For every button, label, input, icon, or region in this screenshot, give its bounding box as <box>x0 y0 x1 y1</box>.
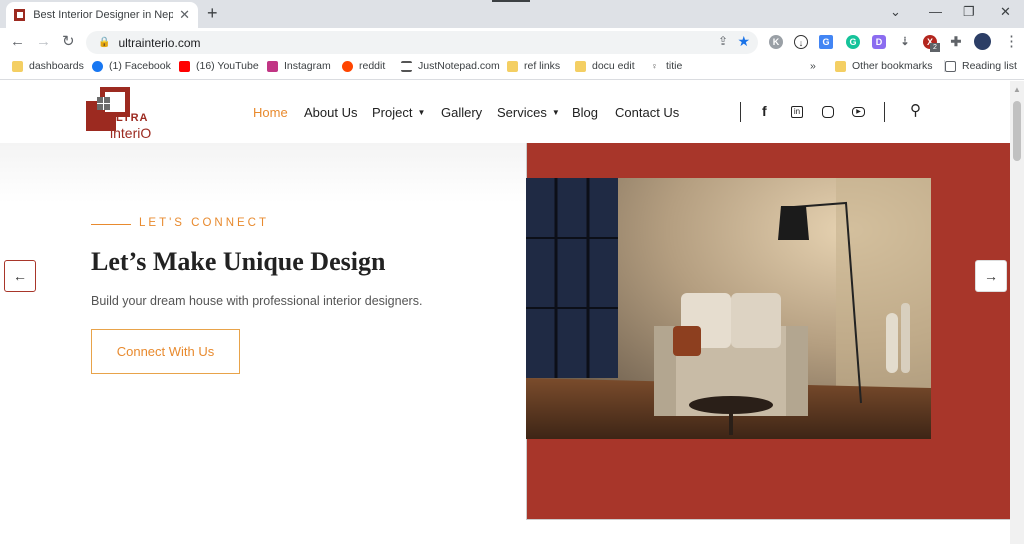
bulb-icon: ♀ <box>649 60 660 72</box>
nav-gallery[interactable]: Gallery <box>441 105 482 120</box>
translate-extension-icon[interactable]: G <box>819 35 833 49</box>
reading-list-label: Reading list <box>962 60 1017 72</box>
bookmark-star-icon[interactable]: ★ <box>737 33 750 50</box>
bookmark-dashboards[interactable]: dashboards <box>12 60 84 72</box>
website-viewport: ULTRA interiO Home About Us Project ▼ Gal… <box>0 81 1010 544</box>
reload-icon[interactable]: ↻ <box>62 33 75 51</box>
bookmarks-bar: dashboards (1) Facebook (16) YouTube Ins… <box>0 56 1024 80</box>
youtube-icon[interactable]: ▶ <box>852 107 865 117</box>
close-window-icon[interactable]: ✕ <box>1000 4 1011 20</box>
hero-headline: Let’s Make Unique Design <box>91 247 386 276</box>
nav-blog[interactable]: Blog <box>572 105 598 120</box>
menu-kebab-icon[interactable]: ⋮ <box>1004 33 1019 51</box>
bookmark-label: ref links <box>524 60 561 72</box>
bookmark-docu-edit[interactable]: docu edit <box>575 60 635 72</box>
k-extension-icon[interactable]: K <box>769 35 783 49</box>
bookmark-label: dashboards <box>29 60 84 72</box>
caret-down-icon: ▼ <box>551 108 560 117</box>
folder-icon <box>507 60 518 72</box>
browser-tab-strip: Best Interior Designer in Nepal | U ✕ + … <box>0 0 1024 28</box>
folder-icon <box>12 60 23 72</box>
notepad-icon <box>401 60 412 72</box>
bookmark-justnotepad[interactable]: JustNotepad.com <box>401 60 500 72</box>
address-bar[interactable]: 🔒 ultrainterio.com ⇪ ★ <box>86 31 758 54</box>
lock-icon: 🔒 <box>98 37 111 48</box>
facebook-icon[interactable]: f <box>762 103 767 119</box>
bookmark-label: Instagram <box>284 60 331 72</box>
nav-contact-us[interactable]: Contact Us <box>615 105 679 120</box>
extensions-puzzle-icon[interactable]: ✚ <box>949 35 963 49</box>
bookmark-youtube[interactable]: (16) YouTube <box>179 60 259 72</box>
hero-living-room-photo <box>526 178 931 439</box>
bookmark-label: reddit <box>359 60 386 72</box>
tab-title: Best Interior Designer in Nepal | U <box>33 9 174 21</box>
minimize-icon[interactable]: — <box>929 4 942 19</box>
browser-tab[interactable]: Best Interior Designer in Nepal | U ✕ <box>6 2 198 28</box>
nav-about-us[interactable]: About Us <box>304 105 357 120</box>
profile-avatar[interactable] <box>974 33 991 50</box>
caret-down-icon: ▼ <box>417 108 426 117</box>
bookmark-other[interactable]: Other bookmarks <box>835 60 933 72</box>
folder-icon <box>575 60 586 72</box>
page-scrollbar[interactable]: ▲ <box>1010 81 1024 544</box>
logo-text-bottom: interiO <box>110 125 152 141</box>
bookmark-label: Other bookmarks <box>852 60 933 72</box>
nav-project[interactable]: Project ▼ <box>372 105 425 120</box>
download-extension-icon[interactable]: ↓ <box>794 35 808 49</box>
grammarly-extension-icon[interactable]: G <box>846 35 860 49</box>
scrollbar-thumb[interactable] <box>1013 101 1021 161</box>
nav-project-label: Project <box>372 105 413 120</box>
slider-next-arrow-icon[interactable]: → <box>975 260 1007 292</box>
linkedin-icon[interactable]: in <box>791 106 803 118</box>
folder-icon <box>835 60 846 72</box>
facebook-icon <box>92 60 103 72</box>
d-extension-icon[interactable]: D <box>872 35 886 49</box>
share-icon[interactable]: ⇪ <box>718 34 728 48</box>
nav-services[interactable]: Services ▼ <box>497 105 560 120</box>
scroll-up-icon[interactable]: ▲ <box>1013 85 1021 94</box>
tab-search-icon[interactable]: ⌄ <box>890 4 901 20</box>
more-bookmarks-chevron-icon[interactable]: » <box>810 60 816 72</box>
connect-with-us-button[interactable]: Connect With Us <box>91 329 240 374</box>
bookmark-titie[interactable]: ♀ titie <box>649 60 682 72</box>
bookmark-label: JustNotepad.com <box>418 60 500 72</box>
reading-list[interactable]: Reading list <box>944 60 1017 72</box>
nav-divider <box>740 102 741 122</box>
bookmark-label: docu edit <box>592 60 635 72</box>
slider-prev-arrow-icon[interactable]: ← <box>4 260 36 292</box>
bookmark-reddit[interactable]: reddit <box>342 60 385 72</box>
extension-badge: 2 <box>930 43 940 52</box>
readlater-extension-icon[interactable]: ⇣ <box>898 35 912 49</box>
site-logo[interactable]: ULTRA interiO <box>86 87 166 143</box>
drag-handle <box>492 0 530 2</box>
back-icon[interactable]: ← <box>10 33 25 51</box>
bookmark-label: (16) YouTube <box>196 60 259 72</box>
reading-list-icon <box>945 60 956 72</box>
browser-toolbar: ← → ↻ 🔒 ultrainterio.com ⇪ ★ K ↓ G G D ⇣… <box>0 28 1024 56</box>
url-text: ultrainterio.com <box>118 35 201 50</box>
instagram-icon <box>267 60 278 72</box>
bookmark-label: (1) Facebook <box>109 60 171 72</box>
new-tab-icon[interactable]: + <box>207 4 218 22</box>
instagram-icon[interactable] <box>822 106 834 118</box>
bookmark-label: titie <box>666 60 683 72</box>
eyebrow-line <box>91 224 131 225</box>
bookmark-facebook[interactable]: (1) Facebook <box>92 60 171 72</box>
hero-eyebrow: LET'S CONNECT <box>139 217 270 229</box>
bookmark-ref-links[interactable]: ref links <box>507 60 560 72</box>
youtube-icon <box>179 60 190 72</box>
reddit-icon <box>342 60 353 72</box>
hero-left-background <box>0 143 526 544</box>
site-favicon-icon <box>14 9 26 21</box>
bookmark-instagram[interactable]: Instagram <box>267 60 331 72</box>
nav-divider <box>884 102 885 122</box>
nav-home[interactable]: Home <box>253 105 288 120</box>
close-tab-icon[interactable]: ✕ <box>179 7 190 23</box>
hero-subtext: Build your dream house with professional… <box>91 294 423 308</box>
logo-text-top: ULTRA <box>107 112 149 124</box>
restore-icon[interactable]: ❐ <box>963 4 975 20</box>
search-icon[interactable]: ⚲ <box>910 101 921 119</box>
forward-icon[interactable]: → <box>36 33 51 51</box>
nav-services-label: Services <box>497 105 547 120</box>
